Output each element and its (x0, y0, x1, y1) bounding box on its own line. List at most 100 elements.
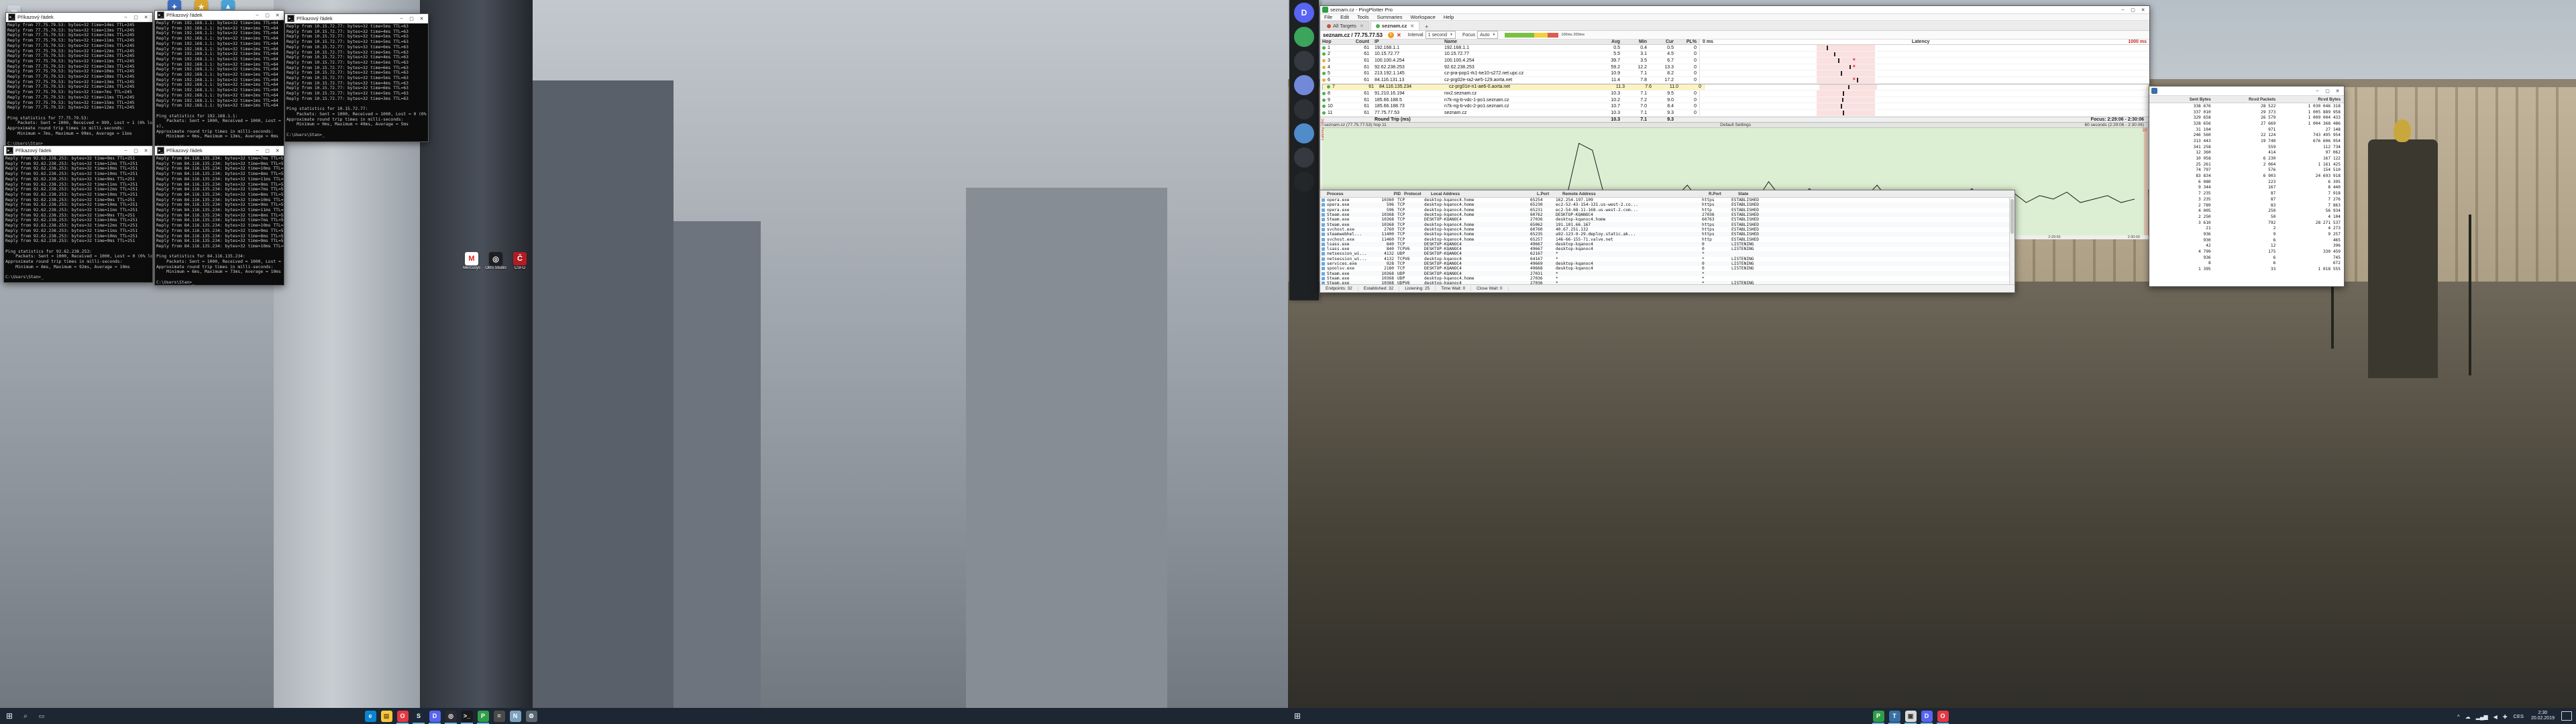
cmd-titlebar[interactable]: ▸_ Příkazový řádek – ▢ ✕ (155, 11, 284, 20)
menu-item-summaries[interactable]: Summaries (1373, 14, 1407, 20)
hop-row-5[interactable]: 561213.192.1.145cz-pra-pop1-rk1-tie10-s2… (1320, 70, 2149, 77)
stats-row[interactable]: 4212396 (2149, 243, 2344, 249)
menu-item-tools[interactable]: Tools (1353, 14, 1373, 20)
connection-row[interactable]: spoolsv.exe2180TCPDESKTOP-KQANOC449668de… (1320, 266, 2015, 271)
taskbar-steam[interactable]: S (411, 708, 427, 724)
tab-all-targets[interactable]: All Targets✕ (1322, 21, 1369, 30)
connection-row[interactable]: Steam.exe10368TCPdesktop-kqanoc4.home607… (1320, 213, 2015, 217)
taskbar2-photos[interactable]: ▣ (1902, 708, 1919, 724)
maximize-button[interactable]: ▢ (262, 11, 272, 19)
discord-server-icon[interactable] (1294, 123, 1314, 143)
maximize-button[interactable]: ▢ (262, 147, 272, 154)
close-button[interactable]: ✕ (2138, 6, 2148, 13)
connections-col-process[interactable]: Process (1320, 192, 1379, 196)
hop-row-8[interactable]: 86191.210.16.194nix2.seznam.cz10.37.19.5… (1320, 90, 2149, 97)
stats-row[interactable]: 338 67628 5221 030 046 318 (2149, 103, 2344, 109)
taskbar-opera[interactable]: O (394, 708, 411, 724)
connection-row[interactable]: opera.exe10360TCPdesktop-kqanoc4.home652… (1320, 198, 2015, 202)
connection-row[interactable]: opera.exe596TCPdesktop-kqanoc4.home65231… (1320, 208, 2015, 213)
desktop-icon-mercusys[interactable]: MMercusys (460, 252, 483, 270)
tray-icon-4[interactable]: ✚ (2503, 714, 2508, 720)
stats-col-rcvd-bytes[interactable]: Rcvd Bytes (2279, 97, 2344, 102)
stats-row[interactable]: 1 395331 018 555 (2149, 266, 2344, 272)
cmd-window-10-15-72-77[interactable]: ▸_ Příkazový řádek – ▢ ✕ Reply from 10.1… (284, 13, 429, 142)
start-button-secondary[interactable]: ⊞ (1289, 708, 1305, 724)
task-view-icon[interactable]: ▭ (34, 708, 50, 724)
close-button[interactable]: ✕ (417, 15, 427, 22)
connections-col-state[interactable]: State (1738, 192, 1812, 196)
discord-server-icon[interactable] (1294, 147, 1314, 168)
stats-col-sent-bytes[interactable]: Sent Bytes (2149, 97, 2214, 102)
connection-row[interactable]: Steam.exe10368UDPV6desktop-kqanoc427036*… (1320, 281, 2015, 284)
stats-row[interactable]: 337 01029 3731 005 889 958 (2149, 109, 2344, 115)
stats-row[interactable]: 2124 273 (2149, 225, 2344, 231)
connection-row[interactable]: opera.exe596TCPdesktop-kqanoc4.home65230… (1320, 202, 2015, 207)
hop-row-2[interactable]: 26110.15.72.7710.15.72.775.53.14.50 (1320, 52, 2149, 58)
cmd-output[interactable]: Reply from 92.62.238.253: bytes=32 time=… (4, 156, 152, 284)
tray-icon-0[interactable]: ^ (2457, 714, 2460, 720)
minimize-button[interactable]: – (252, 147, 262, 154)
stats-row[interactable]: 3 235877 276 (2149, 196, 2344, 202)
start-button[interactable]: ⊞ (1, 708, 17, 724)
cmd-output[interactable]: Reply from 84.116.135.234: bytes=32 time… (155, 156, 284, 287)
stats-row[interactable]: 4 799175330 459 (2149, 249, 2344, 255)
cmd-window-84-116-135-234[interactable]: ▸_ Příkazový řádek – ▢ ✕ Reply from 84.1… (154, 145, 284, 286)
hop-row-7[interactable]: 76184.116.135.234cz-prg01e-ri1-ae6-0.aor… (1322, 84, 2149, 91)
search-icon[interactable]: ⌕ (17, 708, 34, 724)
tray-icon-3[interactable]: ◀ (2493, 714, 2498, 720)
stats-row[interactable]: 6 0802236 395 (2149, 179, 2344, 185)
connection-row[interactable]: netsession_wi...4132UDPDESKTOP-KQANOC462… (1320, 251, 2015, 256)
vertical-scrollbar[interactable] (2009, 198, 2015, 284)
cmd-titlebar[interactable]: ▸_ Příkazový řádek – ▢ ✕ (155, 146, 284, 156)
stats-row[interactable]: 3 61079228 271 537 (2149, 220, 2344, 226)
taskbar-settings[interactable]: ⚙ (523, 708, 539, 724)
connection-row[interactable]: svchost.exe2760TCPdesktop-kqanoc4.home60… (1320, 227, 2015, 232)
maximize-button[interactable]: ▢ (2128, 6, 2138, 13)
discord-server-icon[interactable] (1294, 99, 1314, 119)
stats-row[interactable]: 2 789837 863 (2149, 202, 2344, 208)
connections-col-l-port[interactable]: L.Port (1537, 192, 1562, 196)
connection-row[interactable]: Steam.exe10368TCPdesktop-kqanoc4.home650… (1320, 222, 2015, 227)
menu-item-help[interactable]: Help (1440, 14, 1458, 20)
language-indicator[interactable]: CES (2514, 713, 2524, 719)
taskbar-notepad[interactable]: N (507, 708, 523, 724)
tab-close-icon[interactable]: ✕ (1410, 23, 1414, 29)
close-button[interactable]: ✕ (2332, 87, 2343, 95)
connection-row[interactable]: netsession_wi...4132TCPV6desktop-kqanoc4… (1320, 257, 2015, 261)
interval-select[interactable]: 1 second▼ (1426, 31, 1456, 39)
desktop-icon-obs[interactable]: ◎OBS Studio (484, 252, 507, 270)
maximize-button[interactable]: ▢ (2322, 87, 2332, 95)
discord-server-icon[interactable]: D (1294, 3, 1314, 23)
maximize-button[interactable]: ▢ (131, 147, 141, 154)
close-button[interactable]: ✕ (272, 11, 282, 19)
hop-row-9[interactable]: 961185.66.188.5n7k-ng-b-vdc-1-po1.seznam… (1320, 97, 2149, 104)
cmd-window-77-75-79-53[interactable]: ▸_ Příkazový řádek – ▢ ✕ Reply from 77.7… (5, 12, 153, 146)
connection-row[interactable]: lsass.exe840TCPDESKTOP-KQANOC449667deskt… (1320, 242, 2015, 247)
connections-col-remote-address[interactable]: Remote Address (1562, 192, 1709, 196)
stop-icon[interactable]: ✕ (1397, 32, 1401, 38)
stats-titlebar[interactable]: – ▢ ✕ (2149, 86, 2344, 96)
hop-row-1[interactable]: 161192.168.1.1192.168.1.10.50.40.50 (1320, 45, 2149, 52)
hop-row-4[interactable]: 46192.62.238.25392.62.238.25359.212.213.… (1320, 64, 2149, 71)
cmd-titlebar[interactable]: ▸_ Příkazový řádek – ▢ ✕ (4, 146, 152, 156)
notification-center-icon[interactable] (2561, 711, 2572, 721)
minimize-button[interactable]: – (252, 11, 262, 19)
stats-row[interactable]: 4 00525056 934 (2149, 208, 2344, 214)
discord-server-icon[interactable] (1294, 27, 1314, 47)
hop-row-10[interactable]: 1061185.66.188.73n7k-ng-b-vdc-2-po1.sezn… (1320, 103, 2149, 110)
minimize-button[interactable]: – (396, 15, 407, 22)
discord-server-icon[interactable] (1294, 75, 1314, 95)
connection-row[interactable]: Steam.exe10368TCPDESKTOP-KQANOC427036des… (1320, 217, 2015, 222)
stats-row[interactable]: 25 2612 0641 161 425 (2149, 162, 2344, 168)
hop-row-6[interactable]: 66184.116.131.13cz-prg02e-ra2-ae5-129.ao… (1320, 77, 2149, 84)
connection-row[interactable]: svchost.exe11460TCPdesktop-kqanoc4.home6… (1320, 237, 2015, 241)
discord-server-icon[interactable] (1294, 172, 1314, 192)
traffic-stats-window[interactable]: – ▢ ✕ Sent BytesRcvd PacketsRcvd Bytes 3… (2149, 86, 2345, 287)
pause-icon[interactable]: ‖ (1388, 32, 1394, 38)
latency-scale-slider[interactable] (1505, 33, 1558, 38)
connection-row[interactable]: Steam.exe10368UDPdesktop-kqanoc4.home270… (1320, 276, 2015, 281)
menu-item-file[interactable]: File (1320, 14, 1336, 20)
connections-window[interactable]: ProcessPIDProtocolLocal AddressL.PortRem… (1320, 190, 2015, 293)
tab-seznam-cz[interactable]: seznam.cz✕ (1371, 21, 1419, 30)
connections-col-protocol[interactable]: Protocol (1404, 192, 1431, 196)
